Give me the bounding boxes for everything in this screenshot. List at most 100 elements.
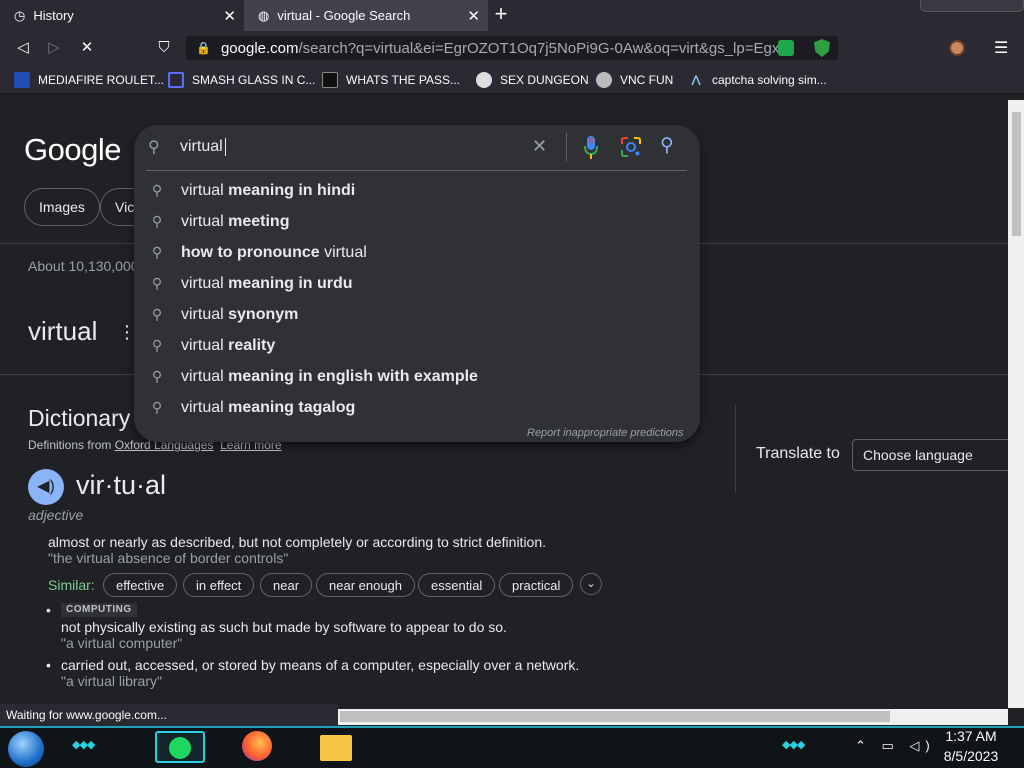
window-controls[interactable]	[920, 0, 1024, 12]
triangle-icon: Λ	[691, 71, 701, 88]
close-tab-icon[interactable]: ✕	[223, 7, 236, 25]
bookmark-item[interactable]: MEDIAFIRE ROULET...	[14, 65, 164, 94]
suggestion-text: virtual meaning in urdu	[181, 275, 353, 293]
suggestion-plain: virtual	[181, 336, 229, 354]
bookmark-item[interactable]: Λ captcha solving sim...	[688, 65, 826, 94]
clock-time[interactable]: 1:37 AM	[938, 728, 1004, 744]
url-path: /search?q=virtual&ei=EgrOZOT1Oq7j5NoPi9G…	[298, 39, 792, 57]
chevron-down-icon[interactable]: ⌄	[580, 573, 602, 595]
vertical-scroll-thumb[interactable]	[1012, 112, 1021, 236]
search-icon: ⚲	[151, 275, 163, 291]
close-tab-icon[interactable]: ✕	[467, 7, 480, 25]
system-tray[interactable]: ⌃ ▭ ◁)	[855, 738, 936, 754]
report-predictions-link[interactable]: Report inappropriate predictions	[527, 427, 684, 439]
result-stats: About 10,130,000	[28, 258, 139, 274]
menu-icon[interactable]: ☰	[994, 38, 1008, 58]
mediafire-icon	[14, 71, 30, 88]
suggestion-item[interactable]: ⚲ virtual reality	[134, 330, 700, 361]
new-tab-button[interactable]: +	[490, 3, 512, 26]
address-bar[interactable]: 🔒 google.com /search?q=virtual&ei=EgrOZO…	[186, 36, 838, 60]
microphone-icon[interactable]	[583, 135, 599, 161]
suggestion-plain: virtual	[181, 212, 229, 230]
decor-arrows-icon: ◆◆◆	[782, 739, 805, 751]
taskbar-app-notes[interactable]	[155, 731, 205, 763]
clock-date[interactable]: 8/5/2023	[938, 748, 1004, 764]
suggestion-bold: how to pronounce	[181, 243, 325, 261]
tab-history[interactable]: ◷ History ✕	[0, 0, 244, 31]
firefox-icon[interactable]	[242, 731, 272, 761]
filter-images[interactable]: Images	[24, 188, 100, 226]
suggestion-item[interactable]: ⚲ how to pronounce virtual	[134, 237, 700, 268]
divider	[146, 170, 687, 171]
suggestion-plain: virtual	[181, 274, 229, 292]
search-icon: ⚲	[151, 337, 163, 353]
suggestion-plain: virtual	[181, 367, 229, 385]
definition-1: almost or nearly as described, but not c…	[48, 534, 547, 550]
forward-icon[interactable]: ▷	[43, 38, 65, 58]
definition-3: carried out, accessed, or stored by mean…	[61, 657, 580, 673]
suggestion-text: virtual meaning in hindi	[181, 182, 355, 200]
start-button[interactable]	[8, 731, 44, 767]
bracket-icon	[168, 71, 184, 88]
suggestion-item[interactable]: ⚲ virtual meaning tagalog	[134, 392, 700, 423]
clear-icon[interactable]: ✕	[532, 136, 547, 157]
camera-icon	[322, 71, 338, 88]
suggestion-text: how to pronounce virtual	[181, 244, 367, 262]
suggestion-bold: meeting	[228, 212, 290, 230]
example-1: "the virtual absence of border controls"	[48, 550, 289, 566]
bullet: •	[46, 657, 51, 673]
extension-notes-icon[interactable]	[778, 40, 794, 56]
domain-tag: COMPUTING	[61, 603, 137, 617]
history-icon: ◷	[14, 7, 26, 23]
similar-label: Similar:	[48, 577, 95, 593]
suggestion-item[interactable]: ⚲ virtual meaning in urdu	[134, 268, 700, 299]
bookmark-item[interactable]: SMASH GLASS IN C...	[168, 65, 315, 94]
similar-chip[interactable]: effective	[103, 573, 178, 597]
bookmark-item[interactable]: SEX DUNGEON	[476, 65, 589, 94]
google-logo[interactable]: Google	[24, 132, 121, 168]
suggestion-bold: meaning tagalog	[228, 398, 356, 416]
tab-google-search[interactable]: ◍ virtual - Google Search ✕	[244, 0, 488, 31]
back-icon[interactable]: ◁	[12, 38, 34, 58]
search-icon: ⚲	[151, 399, 163, 415]
file-explorer-icon[interactable]	[320, 735, 352, 761]
suggestion-plain: virtual	[324, 243, 367, 261]
translate-language-select[interactable]: Choose language	[852, 439, 1022, 471]
horizontal-scroll-thumb[interactable]	[340, 711, 890, 722]
status-bar: Waiting for www.google.com...	[0, 704, 338, 726]
suggestion-bold: meaning in english with example	[228, 367, 478, 385]
search-submit-icon[interactable]: ⚲	[660, 134, 674, 157]
similar-chip[interactable]: in effect	[183, 573, 255, 597]
divider	[566, 133, 567, 161]
suggestion-item[interactable]: ⚲ virtual meaning in english with exampl…	[134, 361, 700, 392]
gear-icon	[596, 71, 612, 88]
decor-arrows-icon: ◆◆◆	[72, 739, 95, 751]
url-host: google.com	[220, 39, 299, 57]
similar-chip[interactable]: near	[260, 573, 313, 597]
speaker-icon[interactable]: ◀)	[28, 469, 64, 505]
definition-2: not physically existing as such but made…	[61, 619, 507, 635]
text-cursor	[225, 138, 226, 156]
headword: vir·tu·al	[76, 470, 167, 500]
tab-title: History	[33, 8, 74, 23]
translate-label: Translate to	[756, 445, 840, 462]
suggestion-plain: virtual	[181, 305, 229, 323]
similar-chip[interactable]: essential	[418, 573, 496, 597]
search-icon: ⚲	[151, 244, 163, 260]
bookmark-icon[interactable]: ⛉	[153, 38, 175, 58]
suggestion-item[interactable]: ⚲ virtual meaning in hindi	[134, 175, 700, 206]
similar-chip[interactable]: near enough	[316, 573, 416, 597]
bookmark-label: SEX DUNGEON	[500, 72, 589, 87]
bookmark-item[interactable]: VNC FUN	[596, 65, 673, 94]
suggestion-text: virtual meeting	[181, 213, 289, 231]
example-2: "a virtual computer"	[61, 635, 183, 651]
suggestion-item[interactable]: ⚲ virtual meeting	[134, 206, 700, 237]
bookmark-item[interactable]: WHATS THE PASS...	[322, 65, 460, 94]
knowledge-heading: virtual	[28, 316, 98, 346]
bookmark-label: VNC FUN	[620, 72, 674, 87]
similar-chip[interactable]: practical	[499, 573, 574, 597]
suggestion-item[interactable]: ⚲ virtual synonym	[134, 299, 700, 330]
lens-icon[interactable]	[620, 136, 642, 158]
stop-loading-icon[interactable]: ✕	[76, 38, 98, 58]
profile-avatar[interactable]	[949, 40, 965, 56]
